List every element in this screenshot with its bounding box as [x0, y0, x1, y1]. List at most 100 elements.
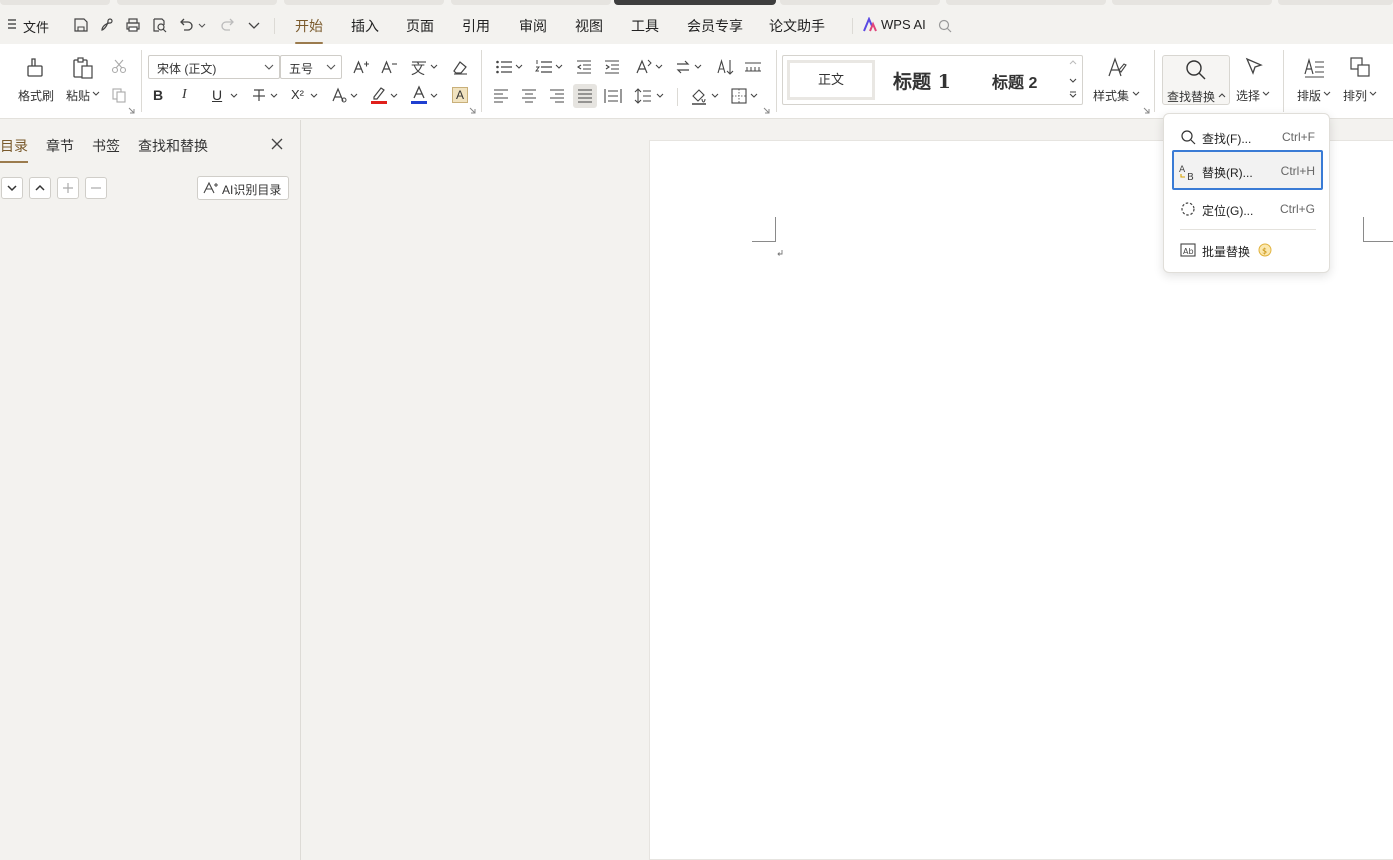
- tab-view[interactable]: 视图: [575, 16, 603, 36]
- window-tab-active[interactable]: [614, 0, 776, 5]
- window-tab[interactable]: [780, 0, 940, 5]
- paste-dropdown-icon[interactable]: [92, 89, 100, 99]
- text-direction-icon[interactable]: [634, 58, 652, 76]
- tab-start[interactable]: 开始: [295, 16, 323, 44]
- redo-icon[interactable]: [220, 17, 236, 33]
- find-replace-button[interactable]: 查找替换: [1162, 55, 1230, 105]
- save-icon[interactable]: [73, 17, 89, 33]
- bold-button[interactable]: B: [153, 87, 163, 103]
- select-label[interactable]: 选择: [1236, 87, 1260, 104]
- underline-dropdown-icon[interactable]: [230, 92, 238, 100]
- file-menu[interactable]: 文件: [23, 17, 49, 36]
- font-color-dropdown-icon[interactable]: [430, 92, 438, 100]
- text-direction-dropdown-icon[interactable]: [655, 63, 663, 71]
- copy-icon[interactable]: [111, 87, 127, 103]
- sort-swap-icon[interactable]: [675, 59, 691, 75]
- window-tab[interactable]: [1112, 0, 1272, 5]
- ai-toc-button[interactable]: AI识别目录: [197, 176, 289, 200]
- underline-button[interactable]: U: [212, 87, 222, 103]
- window-tab[interactable]: [284, 0, 444, 5]
- font-name-combo[interactable]: 宋体 (正文): [148, 55, 280, 79]
- wps-ai-button[interactable]: WPS AI: [881, 17, 926, 32]
- wps-ai-logo-icon[interactable]: [862, 17, 878, 33]
- font-launcher-icon[interactable]: [469, 107, 477, 115]
- customize-quick-access-icon[interactable]: [246, 17, 262, 33]
- tab-toc[interactable]: 目录: [0, 136, 28, 163]
- print-icon[interactable]: [125, 17, 141, 33]
- sort-icon[interactable]: [716, 58, 734, 76]
- style-set-dropdown-icon[interactable]: [1132, 89, 1140, 99]
- styles-scroll-down-icon[interactable]: [1069, 76, 1077, 84]
- styles-expand-icon[interactable]: [1069, 90, 1077, 100]
- font-color-icon[interactable]: [410, 85, 428, 105]
- tab-paper-assistant[interactable]: 论文助手: [769, 16, 825, 36]
- style-heading-2[interactable]: 标题 2: [992, 69, 1037, 93]
- italic-button[interactable]: I: [182, 87, 187, 103]
- window-tab[interactable]: [451, 0, 611, 5]
- tab-bookmarks[interactable]: 书签: [92, 136, 120, 156]
- style-normal[interactable]: 正文: [787, 60, 875, 100]
- tab-insert[interactable]: 插入: [351, 16, 379, 36]
- shading-icon[interactable]: [690, 87, 708, 105]
- layout-dropdown-icon[interactable]: [1323, 89, 1331, 99]
- format-painter-label[interactable]: 格式刷: [18, 87, 54, 104]
- undo-icon[interactable]: [178, 17, 194, 33]
- select-cursor-icon[interactable]: [1243, 56, 1265, 78]
- goto-menu-item[interactable]: 定位(G)... Ctrl+G: [1172, 191, 1323, 227]
- tab-sections[interactable]: 章节: [46, 136, 74, 156]
- phonetic-dropdown-icon[interactable]: [430, 63, 438, 71]
- sort-swap-dropdown-icon[interactable]: [694, 63, 702, 71]
- demote-level-button[interactable]: [85, 177, 107, 199]
- font-size-combo[interactable]: 五号: [280, 55, 342, 79]
- superscript-dropdown-icon[interactable]: [310, 92, 318, 100]
- grow-font-icon[interactable]: [352, 59, 370, 75]
- tab-member[interactable]: 会员专享: [687, 16, 743, 36]
- justify-button[interactable]: [573, 84, 597, 108]
- increase-indent-icon[interactable]: [604, 59, 620, 75]
- borders-dropdown-icon[interactable]: [750, 92, 758, 100]
- distributed-align-icon[interactable]: [604, 88, 622, 104]
- line-spacing-icon[interactable]: [634, 87, 652, 105]
- text-effect-icon[interactable]: [331, 87, 347, 103]
- shading-dropdown-icon[interactable]: [711, 92, 719, 100]
- paragraph-launcher-icon[interactable]: [763, 107, 771, 115]
- window-tab[interactable]: [0, 0, 110, 5]
- show-marks-icon[interactable]: [744, 59, 762, 75]
- style-set-icon[interactable]: [1105, 56, 1127, 80]
- style-set-label[interactable]: 样式集: [1093, 87, 1129, 104]
- styles-launcher-icon[interactable]: [1143, 107, 1151, 115]
- styles-scroll-up-icon[interactable]: [1069, 59, 1077, 67]
- tab-find-replace[interactable]: 查找和替换: [138, 136, 208, 156]
- select-dropdown-icon[interactable]: [1262, 89, 1270, 99]
- text-effect-dropdown-icon[interactable]: [350, 92, 358, 100]
- undo-dropdown-icon[interactable]: [197, 17, 207, 33]
- bullet-dropdown-icon[interactable]: [515, 63, 523, 71]
- window-tab[interactable]: [946, 0, 1106, 5]
- strikethrough-dropdown-icon[interactable]: [270, 92, 278, 100]
- expand-up-button[interactable]: [29, 177, 51, 199]
- character-shading-button[interactable]: A: [452, 87, 468, 103]
- numbered-list-icon[interactable]: [535, 59, 553, 75]
- align-center-icon[interactable]: [521, 88, 537, 104]
- replace-menu-item[interactable]: AB 替换(R)... Ctrl+H: [1172, 150, 1323, 190]
- menu-hamburger-icon[interactable]: [7, 18, 17, 30]
- layout-label[interactable]: 排版: [1297, 87, 1321, 104]
- tab-page[interactable]: 页面: [406, 16, 434, 36]
- export-pdf-icon[interactable]: [99, 17, 115, 33]
- arrange-label[interactable]: 排列: [1343, 87, 1367, 104]
- paste-icon[interactable]: [71, 56, 95, 80]
- bullet-list-icon[interactable]: [495, 59, 513, 75]
- arrange-dropdown-icon[interactable]: [1369, 89, 1377, 99]
- paste-label[interactable]: 粘贴: [66, 87, 90, 104]
- collapse-all-button[interactable]: [1, 177, 23, 199]
- tab-review[interactable]: 审阅: [519, 16, 547, 36]
- line-spacing-dropdown-icon[interactable]: [656, 92, 664, 100]
- tab-tools[interactable]: 工具: [631, 16, 659, 36]
- align-right-icon[interactable]: [549, 88, 565, 104]
- format-painter-icon[interactable]: [24, 56, 46, 78]
- promote-level-button[interactable]: [57, 177, 79, 199]
- layout-icon[interactable]: [1303, 57, 1325, 79]
- borders-icon[interactable]: [731, 88, 747, 104]
- batch-replace-menu-item[interactable]: Ab 批量替换 $: [1172, 232, 1323, 268]
- clear-format-icon[interactable]: [451, 58, 469, 76]
